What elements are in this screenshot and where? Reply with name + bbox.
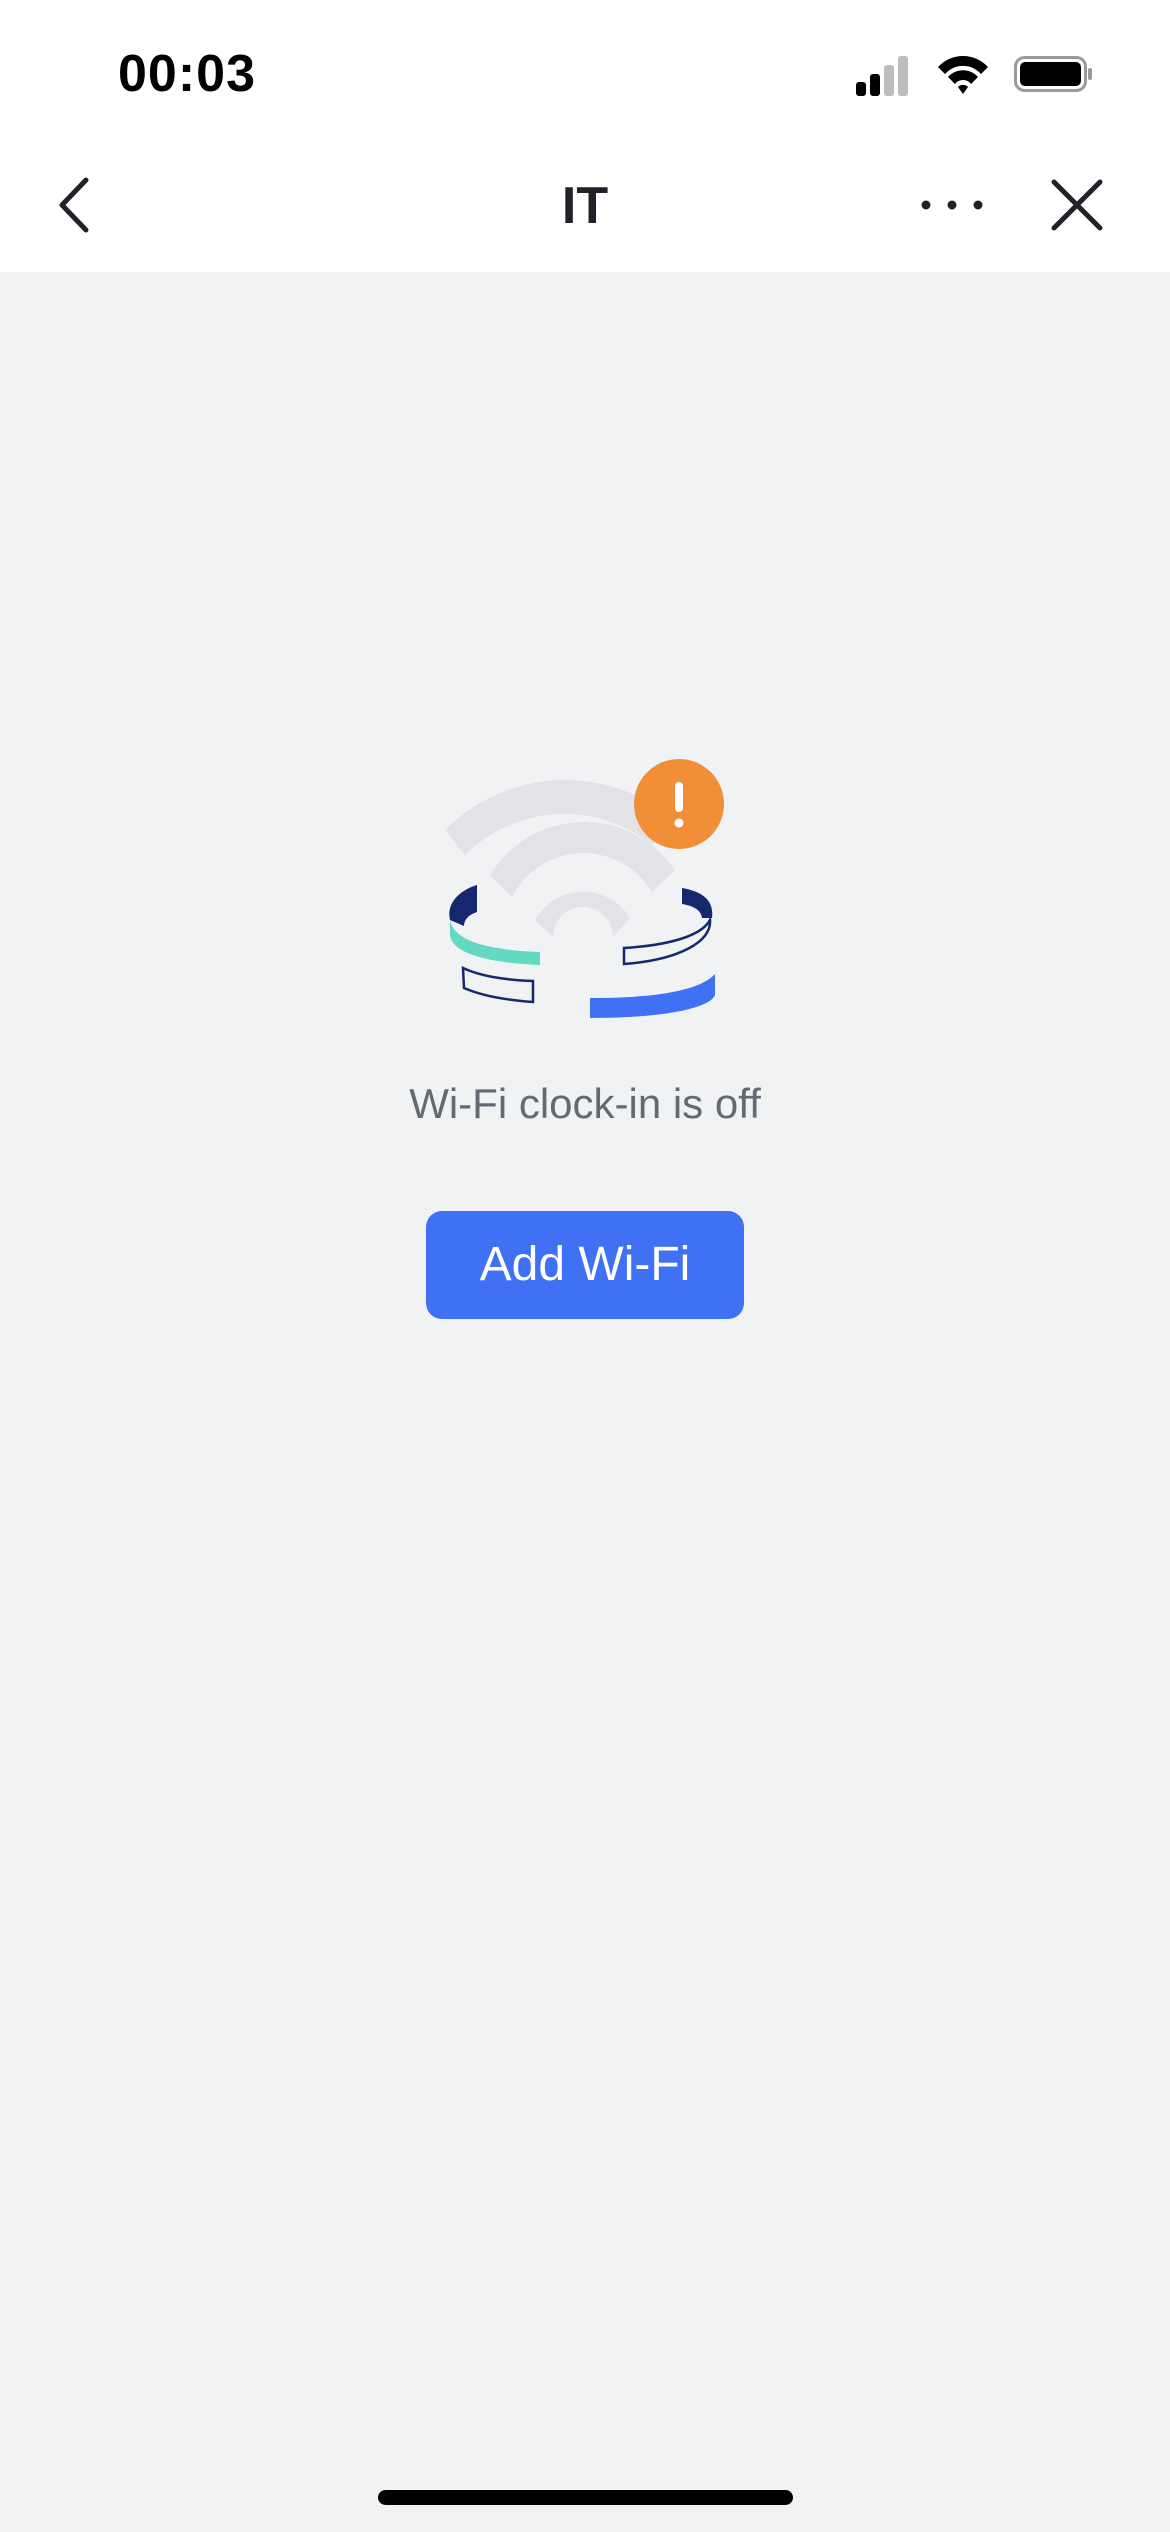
more-dots-icon[interactable] — [912, 180, 992, 230]
ring-right-outline — [622, 915, 712, 966]
home-indicator — [378, 2490, 793, 2505]
status-time: 00:03 — [118, 45, 256, 103]
add-wifi-button[interactable]: Add Wi-Fi — [426, 1211, 744, 1319]
warning-exclamation-dot — [674, 818, 684, 828]
ring-left-outline — [461, 965, 535, 1004]
battery-icon — [1014, 56, 1092, 92]
status-icons — [856, 56, 1092, 96]
cellular-signal-icon — [856, 56, 908, 96]
page-title: IT — [561, 177, 609, 235]
header-area: 00:03 IT — [0, 0, 1170, 272]
close-icon[interactable] — [1044, 172, 1110, 238]
wifi-arc-inner — [535, 891, 630, 937]
warning-exclamation-bar — [675, 782, 683, 812]
wifi-icon — [938, 56, 988, 94]
navigation-bar: IT — [0, 150, 1170, 272]
empty-state-message: Wi-Fi clock-in is off — [409, 1080, 761, 1127]
ring-left-teal — [450, 920, 540, 965]
wifi-warning-illustration — [445, 759, 724, 1018]
ring-right-navy — [682, 888, 713, 918]
status-bar: 00:03 — [0, 0, 1170, 150]
ring-left-navy — [449, 885, 477, 926]
ring-right-blue — [590, 974, 715, 1018]
